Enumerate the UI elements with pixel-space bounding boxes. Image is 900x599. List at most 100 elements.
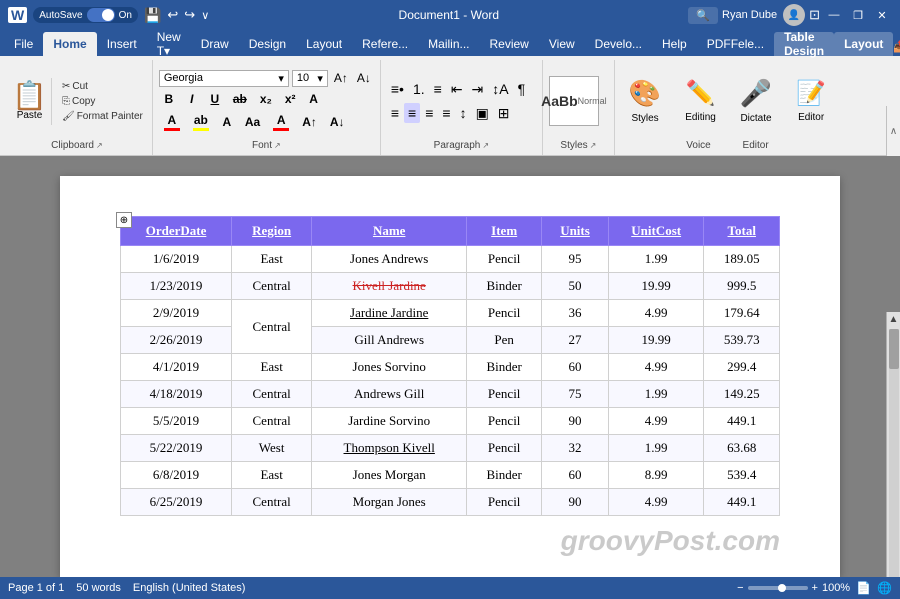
table-move-handle[interactable]: ⊕ (116, 212, 132, 228)
cell-region[interactable]: Central (232, 381, 312, 408)
cell-date[interactable]: 5/22/2019 (121, 435, 232, 462)
copy-button[interactable]: ⎘ Copy (59, 95, 146, 108)
save-icon[interactable]: 💾 (144, 7, 161, 24)
editing-button[interactable]: ✏️ Editing (677, 75, 724, 127)
tab-layout[interactable]: Layout (296, 32, 352, 56)
cell-units[interactable]: 50 (542, 273, 609, 300)
cell-unitcost[interactable]: 8.99 (608, 462, 704, 489)
tab-mailings[interactable]: Mailin... (418, 32, 479, 56)
tab-help[interactable]: Help (652, 32, 697, 56)
cell-total[interactable]: 539.4 (704, 462, 780, 489)
paragraph-expand-icon[interactable]: ↗ (482, 141, 489, 150)
increase-indent-button[interactable]: ⇥ (468, 79, 488, 100)
shading-button[interactable]: ▣ (472, 103, 493, 124)
cell-date[interactable]: 1/23/2019 (121, 273, 232, 300)
italic-button[interactable]: I (182, 90, 202, 108)
shrink-button2[interactable]: A↓ (325, 113, 350, 131)
cell-total[interactable]: 299.4 (704, 354, 780, 381)
cell-region[interactable]: West (232, 435, 312, 462)
cell-total[interactable]: 189.05 (704, 246, 780, 273)
highlight-button[interactable]: ab (188, 111, 214, 133)
cell-item[interactable]: Pencil (467, 246, 542, 273)
close-button[interactable]: ✕ (872, 5, 892, 25)
cell-date[interactable]: 2/26/2019 (121, 327, 232, 354)
cell-unitcost[interactable]: 4.99 (608, 300, 704, 327)
cell-units[interactable]: 75 (542, 381, 609, 408)
font-color2-button[interactable]: A (268, 111, 294, 133)
paste-button[interactable]: 📋 Paste (8, 78, 52, 125)
cell-name[interactable]: Jones Andrews (312, 246, 467, 273)
align-center-button[interactable]: ≡ (404, 103, 420, 123)
format-painter-button[interactable]: 🖌 Format Painter (59, 110, 146, 123)
case-button[interactable]: Aa (240, 113, 265, 131)
cell-units[interactable]: 36 (542, 300, 609, 327)
grow-button[interactable]: A↑ (297, 113, 322, 131)
cell-item[interactable]: Binder (467, 462, 542, 489)
cell-units[interactable]: 27 (542, 327, 609, 354)
cell-name[interactable]: Andrews Gill (312, 381, 467, 408)
cell-item[interactable]: Binder (467, 273, 542, 300)
text-effect-button[interactable]: A (217, 113, 237, 131)
undo-icon[interactable]: ↩ (167, 7, 178, 23)
zoom-slider[interactable] (748, 586, 808, 590)
cell-units[interactable]: 95 (542, 246, 609, 273)
cell-date[interactable]: 6/8/2019 (121, 462, 232, 489)
right-scrollbar[interactable]: ▲ ▼ (886, 312, 900, 577)
cell-item[interactable]: Pencil (467, 381, 542, 408)
tab-pdffele[interactable]: PDFFele... (697, 32, 774, 56)
tab-view[interactable]: View (539, 32, 585, 56)
cell-region[interactable]: East (232, 354, 312, 381)
tab-table-design[interactable]: Table Design (774, 32, 834, 56)
tab-file[interactable]: File (4, 32, 43, 56)
cell-item[interactable]: Pencil (467, 435, 542, 462)
cell-unitcost[interactable]: 19.99 (608, 273, 704, 300)
decrease-indent-button[interactable]: ⇤ (447, 79, 467, 100)
cell-total[interactable]: 999.5 (704, 273, 780, 300)
cell-name[interactable]: Kivell Jardine (312, 273, 467, 300)
cell-date[interactable]: 2/9/2019 (121, 300, 232, 327)
cell-date[interactable]: 1/6/2019 (121, 246, 232, 273)
tab-layout2[interactable]: Layout (834, 32, 893, 56)
cell-region[interactable]: Central (232, 489, 312, 516)
cell-units[interactable]: 90 (542, 408, 609, 435)
strikethrough-button[interactable]: ab (228, 90, 252, 108)
cell-total[interactable]: 449.1 (704, 408, 780, 435)
cell-item[interactable]: Binder (467, 354, 542, 381)
cell-item[interactable]: Pen (467, 327, 542, 354)
cell-item[interactable]: Pencil (467, 300, 542, 327)
line-spacing-button[interactable]: ↕ (456, 103, 471, 123)
cell-total[interactable]: 149.25 (704, 381, 780, 408)
cell-date[interactable]: 5/5/2019 (121, 408, 232, 435)
cell-name[interactable]: Jardine Jardine (312, 300, 467, 327)
scroll-up-arrow[interactable]: ▲ (887, 312, 900, 327)
shrink-font-button[interactable]: A↓ (354, 70, 374, 86)
cell-date[interactable]: 4/18/2019 (121, 381, 232, 408)
cell-item[interactable]: Pencil (467, 489, 542, 516)
sort-button[interactable]: ↕A (488, 79, 512, 99)
font-color-button[interactable]: A (159, 111, 185, 133)
view-print-icon[interactable]: 📄 (856, 581, 871, 595)
cell-unitcost[interactable]: 1.99 (608, 246, 704, 273)
tab-draw[interactable]: Draw (191, 32, 239, 56)
cell-name[interactable]: Jones Morgan (312, 462, 467, 489)
scroll-thumb[interactable] (889, 329, 899, 369)
clear-format-button[interactable]: A (304, 90, 324, 108)
tab-developer[interactable]: Develo... (585, 32, 652, 56)
dictate-button[interactable]: 🎤 Dictate (732, 74, 780, 128)
tab-home[interactable]: Home (43, 32, 96, 56)
cell-region[interactable]: Central (232, 273, 312, 300)
share-icon[interactable]: 📤 (893, 39, 900, 53)
cell-name[interactable]: Thompson Kivell (312, 435, 467, 462)
multilevel-button[interactable]: ≡ (430, 79, 446, 99)
cell-date[interactable]: 4/1/2019 (121, 354, 232, 381)
cell-unitcost[interactable]: 4.99 (608, 489, 704, 516)
cell-unitcost[interactable]: 4.99 (608, 354, 704, 381)
cell-date[interactable]: 6/25/2019 (121, 489, 232, 516)
customize-icon[interactable]: ∨ (201, 9, 209, 22)
styles-expand-icon[interactable]: ↗ (590, 141, 597, 150)
font-family-selector[interactable]: Georgia ▾ (159, 70, 289, 87)
maximize-button[interactable]: ❐ (848, 5, 868, 25)
cell-name[interactable]: Jardine Sorvino (312, 408, 467, 435)
tab-references[interactable]: Refere... (352, 32, 418, 56)
borders-button[interactable]: ⊞ (494, 103, 514, 124)
